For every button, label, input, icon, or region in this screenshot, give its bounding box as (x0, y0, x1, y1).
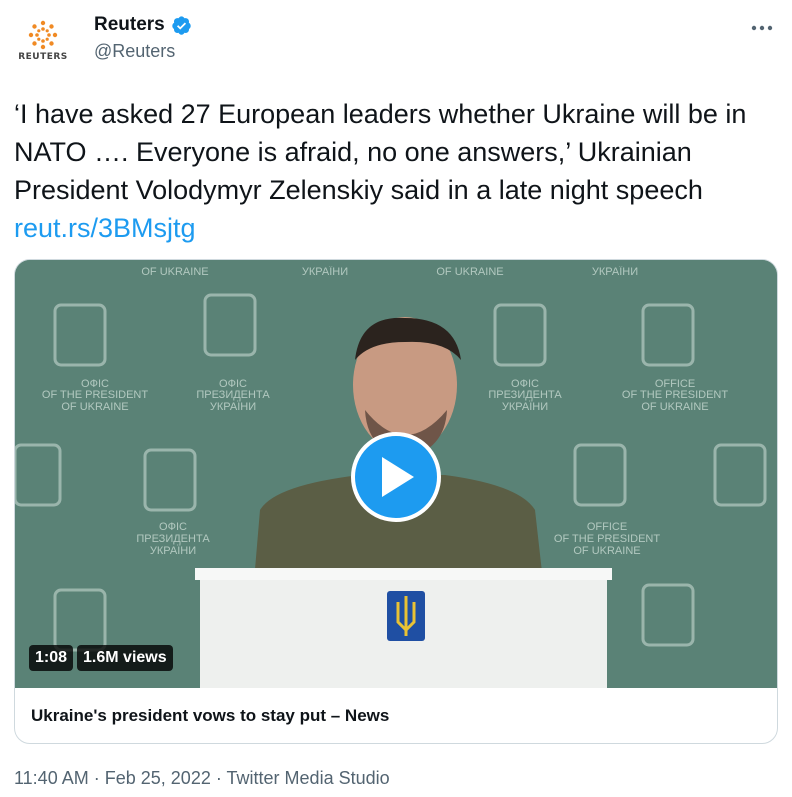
reuters-logo-icon (28, 20, 58, 50)
video-duration: 1:08 (29, 645, 74, 671)
tweet-metadata: 11:40 AM · Feb 25, 2022 · Twitter Media … (14, 768, 390, 789)
backdrop-text: OF UKRAINE (641, 401, 708, 413)
verified-badge-icon (172, 15, 191, 35)
avatar[interactable]: REUTERS (14, 12, 72, 70)
tweet-link[interactable]: reut.rs/3BMsjtg (14, 213, 196, 243)
backdrop-text: OF THE PRESIDENT (554, 533, 660, 545)
backdrop-text: OF UKRAINE (141, 266, 208, 278)
backdrop-text: УКРАЇНИ (502, 401, 548, 413)
logo-text: REUTERS (18, 52, 68, 62)
video-badges: 1:08 1.6M views (29, 645, 173, 671)
more-icon (751, 25, 773, 31)
tweet-date[interactable]: Feb 25, 2022 (105, 768, 211, 788)
backdrop-text: ПРЕЗИДЕНТА (196, 389, 270, 401)
display-name[interactable]: Reuters (94, 14, 165, 36)
podium-top (195, 568, 612, 580)
name-row: Reuters (94, 14, 192, 36)
video-player[interactable]: ОФІС OF THE PRESIDENT OF UKRAINE ОФІС ПР… (15, 260, 777, 688)
tweet-header: REUTERS Reuters @Reuters (14, 8, 778, 70)
backdrop-text: ОФІС (159, 521, 187, 533)
backdrop-text: УКРАЇНИ (210, 401, 256, 413)
tweet-source[interactable]: Twitter Media Studio (227, 768, 390, 788)
backdrop-text: OF UKRAINE (573, 545, 640, 557)
tweet-body: ‘I have asked 27 European leaders whethe… (14, 99, 747, 205)
backdrop-text: OFFICE (587, 521, 627, 533)
tweet-text: ‘I have asked 27 European leaders whethe… (14, 95, 778, 247)
meta-separator: · (93, 768, 100, 788)
view-count: 1.6M views (77, 645, 173, 671)
meta-separator: · (215, 768, 222, 788)
backdrop-text: OF THE PRESIDENT (622, 389, 728, 401)
play-button[interactable] (351, 432, 441, 522)
backdrop-text: УКРАЇНИ (150, 545, 196, 557)
play-icon (382, 457, 414, 497)
user-handle[interactable]: @Reuters (94, 41, 175, 62)
backdrop-text: УКРАЇНИ (592, 266, 638, 278)
backdrop-text: OF UKRAINE (61, 401, 128, 413)
tweet-time[interactable]: 11:40 AM (14, 768, 89, 788)
backdrop-text: ПРЕЗИДЕНТА (488, 389, 562, 401)
more-options-button[interactable] (748, 14, 776, 42)
backdrop-text: УКРАЇНИ (302, 266, 348, 278)
backdrop-text: ПРЕЗИДЕНТА (136, 533, 210, 545)
backdrop-text: OF UKRAINE (436, 266, 503, 278)
backdrop-text: OF THE PRESIDENT (42, 389, 148, 401)
media-card[interactable]: ОФІС OF THE PRESIDENT OF UKRAINE ОФІС ПР… (14, 259, 778, 744)
card-title[interactable]: Ukraine's president vows to stay put – N… (31, 706, 389, 726)
